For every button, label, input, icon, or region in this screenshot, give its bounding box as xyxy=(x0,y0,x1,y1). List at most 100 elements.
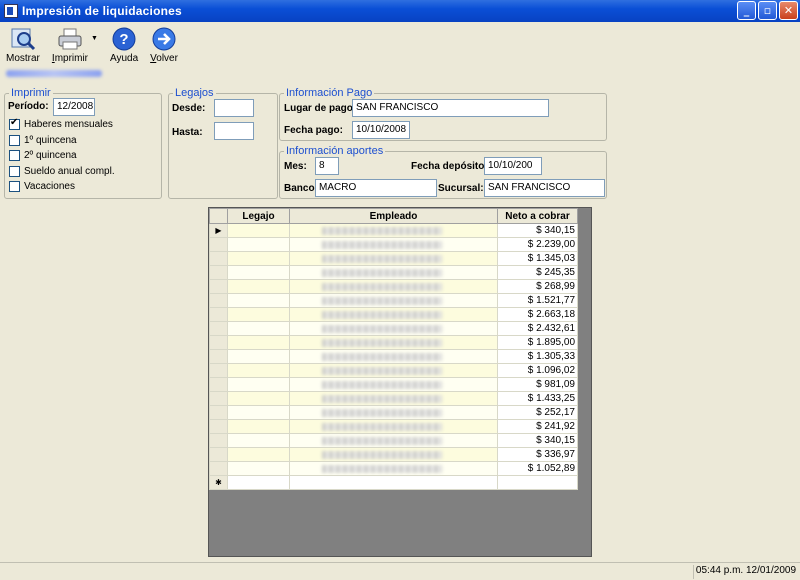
mes-input[interactable]: 8 xyxy=(315,157,339,175)
new-row-cell[interactable] xyxy=(289,475,498,490)
table-row[interactable]: $ 245,35 xyxy=(209,265,578,280)
legajo-cell[interactable] xyxy=(227,405,290,420)
new-row-cell[interactable] xyxy=(497,475,578,490)
legajo-cell[interactable] xyxy=(227,447,290,462)
fecha-deposito-input[interactable]: 10/10/200 xyxy=(484,157,542,175)
volver-button[interactable]: Volver xyxy=(144,22,184,64)
neto-cell[interactable]: $ 252,17 xyxy=(497,405,578,420)
neto-cell[interactable]: $ 241,92 xyxy=(497,419,578,434)
empleado-cell[interactable] xyxy=(289,265,498,280)
empleado-cell[interactable] xyxy=(289,461,498,476)
row-selector[interactable] xyxy=(209,335,228,350)
neto-cell[interactable]: $ 340,15 xyxy=(497,223,578,238)
neto-cell[interactable]: $ 1.521,77 xyxy=(497,293,578,308)
table-row[interactable]: $ 981,09 xyxy=(209,377,578,392)
row-selector[interactable] xyxy=(209,419,228,434)
table-row[interactable]: $ 1.895,00 xyxy=(209,335,578,350)
row-selector[interactable] xyxy=(209,391,228,406)
empleado-cell[interactable] xyxy=(289,433,498,448)
legajo-cell[interactable] xyxy=(227,293,290,308)
sucursal-input[interactable]: SAN FRANCISCO xyxy=(484,179,605,197)
row-selector[interactable] xyxy=(209,349,228,364)
neto-cell[interactable]: $ 1.345,03 xyxy=(497,251,578,266)
empleado-cell[interactable] xyxy=(289,447,498,462)
row-selector[interactable] xyxy=(209,279,228,294)
table-row[interactable]: $ 1.345,03 xyxy=(209,251,578,266)
empleado-cell[interactable] xyxy=(289,251,498,266)
column-header-neto[interactable]: Neto a cobrar xyxy=(497,208,578,224)
row-selector[interactable] xyxy=(209,251,228,266)
checkbox-sueldo-anual[interactable]: Sueldo anual compl. xyxy=(9,166,115,177)
table-row[interactable]: $ 340,15 xyxy=(209,433,578,448)
row-selector[interactable] xyxy=(209,265,228,280)
empleado-cell[interactable] xyxy=(289,377,498,392)
close-button[interactable]: ✕ xyxy=(779,1,798,20)
chevron-down-icon[interactable]: ▼ xyxy=(91,35,98,42)
table-row[interactable]: $ 241,92 xyxy=(209,419,578,434)
empleado-cell[interactable] xyxy=(289,363,498,378)
fecha-pago-input[interactable]: 10/10/2008 xyxy=(352,121,410,139)
table-row[interactable]: ▶ $ 340,15 xyxy=(209,223,578,238)
empleado-cell[interactable] xyxy=(289,223,498,238)
table-row[interactable]: $ 1.052,89 xyxy=(209,461,578,476)
imprimir-button[interactable]: Imprimir ▼ xyxy=(46,22,104,64)
table-row[interactable]: $ 252,17 xyxy=(209,405,578,420)
new-row-cell[interactable] xyxy=(227,475,290,490)
table-row[interactable]: $ 1.096,02 xyxy=(209,363,578,378)
table-row[interactable]: $ 2.663,18 xyxy=(209,307,578,322)
empleado-cell[interactable] xyxy=(289,293,498,308)
neto-cell[interactable]: $ 1.433,25 xyxy=(497,391,578,406)
column-header-empleado[interactable]: Empleado xyxy=(289,208,498,224)
legajo-cell[interactable] xyxy=(227,321,290,336)
row-selector[interactable]: ▶ xyxy=(209,223,228,238)
row-selector[interactable] xyxy=(209,307,228,322)
neto-cell[interactable]: $ 340,15 xyxy=(497,433,578,448)
legajo-cell[interactable] xyxy=(227,223,290,238)
legajo-cell[interactable] xyxy=(227,433,290,448)
row-selector[interactable] xyxy=(209,447,228,462)
hasta-input[interactable] xyxy=(214,122,254,140)
table-row[interactable]: $ 1.433,25 xyxy=(209,391,578,406)
empleado-cell[interactable] xyxy=(289,349,498,364)
neto-cell[interactable]: $ 1.096,02 xyxy=(497,363,578,378)
column-header-legajo[interactable]: Legajo xyxy=(227,208,290,224)
neto-cell[interactable]: $ 1.895,00 xyxy=(497,335,578,350)
new-row-marker[interactable]: ✱ xyxy=(209,475,228,490)
banco-input[interactable]: MACRO xyxy=(315,179,437,197)
legajo-cell[interactable] xyxy=(227,349,290,364)
empleado-cell[interactable] xyxy=(289,391,498,406)
empleado-cell[interactable] xyxy=(289,307,498,322)
checkbox-1-quincena[interactable]: 1º quincena xyxy=(9,135,77,146)
table-row[interactable]: $ 2.432,61 xyxy=(209,321,578,336)
empleado-cell[interactable] xyxy=(289,237,498,252)
row-selector[interactable] xyxy=(209,405,228,420)
empleado-cell[interactable] xyxy=(289,279,498,294)
legajo-cell[interactable] xyxy=(227,419,290,434)
legajo-cell[interactable] xyxy=(227,335,290,350)
row-selector[interactable] xyxy=(209,363,228,378)
row-selector[interactable] xyxy=(209,461,228,476)
legajo-cell[interactable] xyxy=(227,251,290,266)
empleado-cell[interactable] xyxy=(289,419,498,434)
neto-cell[interactable]: $ 2.663,18 xyxy=(497,307,578,322)
neto-cell[interactable]: $ 2.239,00 xyxy=(497,237,578,252)
row-selector[interactable] xyxy=(209,377,228,392)
table-row[interactable]: $ 1.305,33 xyxy=(209,349,578,364)
liquidaciones-grid[interactable]: Legajo Empleado Neto a cobrar ▶ $ 340,15 $… xyxy=(208,207,592,557)
checkbox-haberes-mensuales[interactable]: Haberes mensuales xyxy=(9,117,113,130)
neto-cell[interactable]: $ 268,99 xyxy=(497,279,578,294)
minimize-button[interactable]: _ xyxy=(737,1,756,20)
legajo-cell[interactable] xyxy=(227,265,290,280)
desde-input[interactable] xyxy=(214,99,254,117)
legajo-cell[interactable] xyxy=(227,363,290,378)
row-selector[interactable] xyxy=(209,293,228,308)
legajo-cell[interactable] xyxy=(227,461,290,476)
mostrar-button[interactable]: Mostrar xyxy=(0,22,46,64)
table-row[interactable]: $ 336,97 xyxy=(209,447,578,462)
table-row[interactable]: $ 2.239,00 xyxy=(209,237,578,252)
table-row[interactable]: $ 1.521,77 xyxy=(209,293,578,308)
neto-cell[interactable]: $ 2.432,61 xyxy=(497,321,578,336)
table-row[interactable]: $ 268,99 xyxy=(209,279,578,294)
maximize-button[interactable]: ▫ xyxy=(758,1,777,20)
neto-cell[interactable]: $ 981,09 xyxy=(497,377,578,392)
